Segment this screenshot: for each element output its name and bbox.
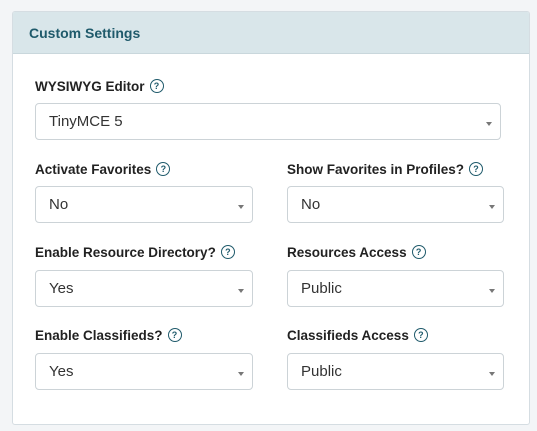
enable-resource-directory-label: Enable Resource Directory?	[35, 244, 216, 260]
enable-classifieds-field-label: Enable Classifieds? ?	[35, 326, 182, 344]
resources-access-value: Public	[301, 280, 342, 297]
panel-title: Custom Settings	[29, 24, 141, 41]
resources-access-field-label: Resources Access ?	[287, 243, 426, 261]
wysiwyg-editor-label: WYSIWYG Editor	[35, 78, 145, 94]
caret-down-icon	[486, 122, 492, 126]
activate-favorites-value: No	[49, 196, 69, 213]
caret-down-icon	[238, 289, 244, 293]
help-icon[interactable]: ?	[469, 162, 484, 176]
caret-down-icon	[489, 289, 495, 293]
help-icon[interactable]: ?	[167, 328, 182, 342]
show-favorites-profiles-field-label: Show Favorites in Profiles? ?	[287, 160, 484, 178]
classifieds-access-select[interactable]: Public	[287, 353, 504, 390]
caret-down-icon	[238, 372, 244, 376]
enable-resource-directory-value: Yes	[49, 280, 74, 297]
wysiwyg-editor-value: TinyMCE 5	[49, 113, 123, 130]
help-icon[interactable]: ?	[220, 245, 235, 259]
resources-access-label: Resources Access	[287, 244, 407, 260]
show-favorites-profiles-select[interactable]: No	[287, 186, 504, 223]
wysiwyg-editor-select[interactable]: TinyMCE 5	[35, 103, 501, 140]
enable-resource-directory-field-label: Enable Resource Directory? ?	[35, 243, 235, 261]
enable-classifieds-select[interactable]: Yes	[35, 353, 253, 390]
show-favorites-profiles-label: Show Favorites in Profiles?	[287, 161, 465, 177]
help-icon[interactable]: ?	[411, 245, 426, 259]
show-favorites-profiles-value: No	[301, 196, 321, 213]
help-icon[interactable]: ?	[149, 79, 164, 93]
resources-access-select[interactable]: Public	[287, 270, 504, 307]
activate-favorites-select[interactable]: No	[35, 186, 253, 223]
classifieds-access-value: Public	[301, 363, 342, 380]
help-icon[interactable]: ?	[156, 162, 171, 176]
wysiwyg-editor-field-label: WYSIWYG Editor ?	[35, 77, 164, 95]
enable-resource-directory-select[interactable]: Yes	[35, 270, 253, 307]
caret-down-icon	[489, 372, 495, 376]
activate-favorites-field-label: Activate Favorites ?	[35, 160, 171, 178]
enable-classifieds-label: Enable Classifieds?	[35, 327, 163, 343]
custom-settings-panel: Custom Settings WYSIWYG Editor ? TinyMCE…	[12, 11, 530, 425]
caret-down-icon	[238, 205, 244, 209]
help-icon[interactable]: ?	[413, 328, 428, 342]
enable-classifieds-value: Yes	[49, 363, 74, 380]
classifieds-access-label: Classifieds Access	[287, 327, 409, 343]
classifieds-access-field-label: Classifieds Access ?	[287, 326, 428, 344]
caret-down-icon	[489, 205, 495, 209]
panel-header: Custom Settings	[13, 12, 529, 54]
activate-favorites-label: Activate Favorites	[35, 161, 152, 177]
